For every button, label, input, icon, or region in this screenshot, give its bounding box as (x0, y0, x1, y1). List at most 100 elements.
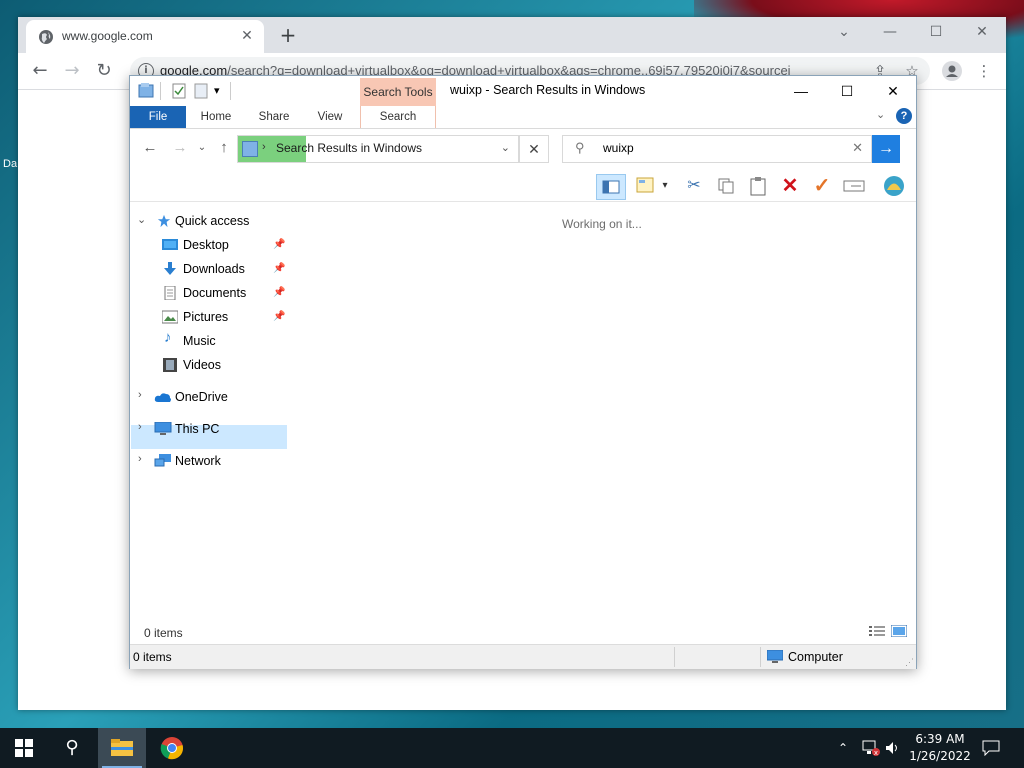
folder-app-icon (138, 83, 154, 98)
pin-icon[interactable]: 📌 (273, 311, 285, 322)
notifications-icon[interactable] (982, 728, 1000, 768)
svg-text:x: x (874, 749, 878, 756)
tab-view[interactable]: View (306, 106, 354, 128)
window-title: wuixp - Search Results in Windows (450, 83, 646, 97)
forward-icon[interactable]: → (60, 59, 84, 83)
close-window-icon[interactable]: ✕ (870, 76, 916, 106)
nav-label: Music (183, 334, 216, 348)
network-icon (154, 454, 171, 467)
pin-icon[interactable]: 📌 (273, 287, 285, 298)
volume-icon[interactable] (884, 728, 900, 768)
chrome-tab[interactable]: www.google.com ✕ (26, 20, 264, 53)
folder-icon (111, 739, 133, 756)
chevron-right-icon[interactable]: › (138, 389, 142, 401)
expand-ribbon-icon[interactable]: ⌄ (876, 108, 885, 121)
breadcrumb-chevron-icon[interactable]: › (262, 141, 266, 153)
cut-icon[interactable]: ✂ (682, 174, 706, 198)
new-folder-qat-icon[interactable] (194, 82, 208, 100)
search-input[interactable]: ⚲ wuixp ✕ (562, 135, 872, 163)
nav-label: OneDrive (175, 390, 228, 404)
tab-share[interactable]: Share (250, 106, 298, 128)
status-bar: 0 items Computer ⋰ (130, 644, 916, 669)
maximize-icon[interactable]: ☐ (824, 76, 870, 106)
star-icon (157, 214, 171, 228)
close-window-icon[interactable]: ✕ (959, 17, 1005, 47)
system-clock[interactable]: 6:39 AM 1/26/2022 (905, 731, 975, 765)
up-icon[interactable]: ↑ (214, 138, 234, 158)
status-location: Computer (788, 650, 843, 664)
back-icon[interactable]: ← (140, 138, 160, 158)
delete-icon[interactable]: ✕ (778, 174, 802, 198)
breadcrumb[interactable]: Search Results in Windows (276, 141, 422, 155)
chevron-right-icon[interactable]: › (138, 453, 142, 465)
show-hidden-icons-chevron[interactable]: ⌃ (838, 728, 848, 768)
dropdown-arrow-icon[interactable]: ▾ (658, 174, 672, 198)
preview-pane-icon[interactable] (596, 174, 626, 200)
taskbar-chrome[interactable] (148, 728, 196, 768)
globe-icon (39, 30, 53, 44)
start-button[interactable] (0, 728, 48, 768)
qat-separator (160, 82, 161, 100)
large-icons-view-icon[interactable] (891, 625, 907, 637)
nav-label: This PC (175, 422, 220, 436)
help-icon[interactable]: ? (896, 108, 912, 124)
recent-locations-icon[interactable]: ⌄ (192, 138, 212, 158)
command-toolbar: ▾ ✂ ✕ ✓ (130, 171, 916, 202)
minimize-icon[interactable]: — (867, 17, 913, 47)
copy-icon[interactable] (714, 174, 738, 198)
address-bar[interactable]: › Search Results in Windows ⌄ (237, 135, 519, 163)
pin-icon[interactable]: 📌 (273, 239, 285, 250)
desktop-icon-label[interactable]: Da (3, 158, 17, 170)
nav-label: Pictures (183, 310, 229, 324)
checkmark-icon[interactable]: ✓ (810, 174, 834, 198)
nav-label: Network (175, 454, 221, 468)
pin-icon[interactable]: 📌 (273, 263, 285, 274)
network-status-icon[interactable]: x (862, 728, 880, 768)
clear-search-icon[interactable]: ✕ (852, 140, 863, 156)
properties-icon[interactable] (172, 82, 186, 100)
tab-search-icon[interactable]: ⌄ (821, 17, 867, 47)
maximize-icon[interactable]: ☐ (913, 17, 959, 47)
search-go-button[interactable]: → (872, 135, 900, 163)
qat-separator-2 (230, 82, 231, 100)
chevron-down-icon[interactable]: ⌄ (137, 213, 146, 226)
minimize-icon[interactable]: — (778, 76, 824, 106)
chevron-down-icon[interactable]: ⌄ (501, 141, 510, 154)
chevron-right-icon[interactable]: › (138, 421, 142, 433)
details-view-icon[interactable] (869, 625, 885, 637)
rename-icon[interactable] (842, 174, 866, 198)
chrome-icon (160, 737, 183, 760)
pictures-icon (162, 310, 178, 324)
paste-icon[interactable] (746, 174, 770, 198)
properties-folder-icon[interactable] (634, 174, 658, 198)
nav-label: Downloads (183, 262, 245, 276)
tab-search[interactable]: Search (360, 106, 436, 128)
qat-dropdown-icon[interactable]: ▾ (214, 82, 220, 100)
search-icon: ⚲ (575, 140, 585, 155)
videos-icon (163, 358, 177, 372)
tab-file[interactable]: File (130, 106, 186, 128)
nav-label: Desktop (183, 238, 229, 252)
nav-label: Documents (183, 286, 247, 300)
address-row: ← → ⌄ ↑ › Search Results in Windows ⌄ ✕ … (130, 128, 916, 168)
resize-grip-icon[interactable]: ⋰ (905, 657, 914, 668)
profile-avatar-icon[interactable] (940, 59, 964, 83)
computer-icon (154, 422, 172, 435)
taskbar-file-explorer[interactable] (98, 728, 146, 768)
menu-kebab-icon[interactable]: ⋮ (972, 59, 996, 83)
forward-icon[interactable]: → (170, 138, 190, 158)
documents-icon (164, 286, 176, 300)
search-value[interactable]: wuixp (603, 141, 634, 155)
stop-search-button[interactable]: ✕ (519, 135, 549, 163)
clock-time: 6:39 AM (915, 732, 965, 746)
back-icon[interactable]: ← (28, 59, 52, 83)
tab-title: www.google.com (62, 29, 153, 43)
search-folder-icon (242, 141, 258, 157)
shell-icon[interactable] (882, 174, 906, 198)
reload-icon[interactable]: ↻ (92, 59, 116, 83)
search-icon[interactable]: ⚲ (48, 728, 96, 768)
tab-home[interactable]: Home (192, 106, 240, 128)
close-tab-icon[interactable]: ✕ (238, 27, 256, 45)
new-tab-button[interactable]: + (276, 24, 300, 48)
ribbon-tabs: File Home Share View Search ⌄ ? (130, 106, 916, 129)
